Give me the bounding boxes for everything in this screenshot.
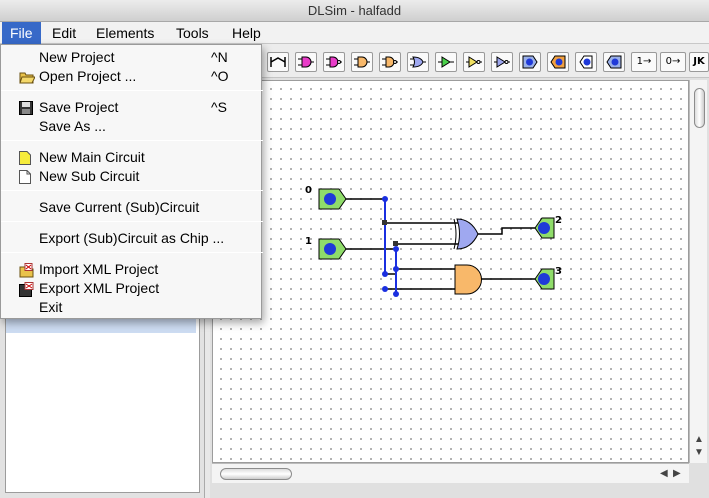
or-gate-button[interactable] <box>407 52 429 72</box>
menu-file[interactable]: File <box>2 22 41 44</box>
menu-item-shortcut: ^S <box>211 99 227 115</box>
window-title: DLSim - halfadd <box>307 3 402 18</box>
not-gate-button[interactable] <box>463 52 485 72</box>
scroll-left-arrow-icon[interactable]: ◀ <box>660 469 668 479</box>
window-title-bar: DLSim - halfadd <box>0 0 709 22</box>
circuit-editor: 0 1 2 3 ▲ ▼ ◀ ▶ <box>210 78 709 498</box>
pin-label-3: 3 <box>555 266 562 277</box>
probe-icon <box>606 55 622 69</box>
menu-item-export-xml-project[interactable]: Export XML Project <box>1 279 263 298</box>
and-gate-orange-button[interactable] <box>351 52 373 72</box>
or-gate-icon <box>410 56 426 68</box>
menu-separator <box>1 140 263 141</box>
and-gate-pink-button[interactable] <box>295 52 317 72</box>
project-tree-selected-row[interactable] <box>6 317 196 333</box>
horizontal-scrollbar[interactable]: ◀ ▶ <box>212 463 689 483</box>
menu-item-new-main-circuit[interactable]: New Main Circuit <box>1 148 263 167</box>
output-pin-button[interactable] <box>547 52 569 72</box>
jk-flipflop-button[interactable]: JK <box>689 52 709 72</box>
menu-item-label: Save As ... <box>39 118 106 134</box>
import-xml-icon <box>19 263 34 278</box>
output-pin-icon <box>550 55 566 69</box>
input-pin-icon <box>522 55 538 69</box>
menu-item-shortcut: ^N <box>211 49 228 65</box>
menu-item-export-subcircuit-as-chip[interactable]: Export (Sub)Circuit as Chip ... <box>1 229 263 248</box>
menu-edit[interactable]: Edit <box>44 22 84 44</box>
circuit-wires <box>346 198 535 294</box>
probe-button[interactable] <box>603 52 625 72</box>
and-gate-orange-icon <box>354 56 370 68</box>
output-pin-3[interactable] <box>534 268 555 290</box>
menu-item-shortcut: ^O <box>211 68 229 84</box>
menu-item-label: New Sub Circuit <box>39 168 140 184</box>
nand-gate-pink-button[interactable] <box>323 52 345 72</box>
buffer-gate-button[interactable] <box>435 52 457 72</box>
xor-gate-icon <box>494 56 510 68</box>
menu-separator <box>1 221 263 222</box>
menu-separator <box>1 90 263 91</box>
menu-item-new-project[interactable]: New Project ^N <box>1 48 263 67</box>
menu-item-label: Open Project ... <box>39 68 137 84</box>
menu-tools[interactable]: Tools <box>168 22 217 44</box>
menu-item-save-project[interactable]: Save Project ^S <box>1 98 263 117</box>
file-menu-dropdown: New Project ^N Open Project ... ^O Save … <box>0 44 263 319</box>
export-xml-icon <box>19 282 34 297</box>
nand-gate-orange-button[interactable] <box>379 52 401 72</box>
const-one-button[interactable]: 1→ <box>631 52 657 72</box>
wire-tool-icon <box>270 57 286 67</box>
menu-item-open-project[interactable]: Open Project ... ^O <box>1 67 263 86</box>
input-pin-0[interactable] <box>318 188 347 210</box>
and-gate[interactable] <box>454 264 482 295</box>
input-pin-button[interactable] <box>519 52 541 72</box>
scroll-down-arrow-icon[interactable]: ▼ <box>694 448 704 458</box>
menu-item-label: Save Current (Sub)Circuit <box>39 199 200 215</box>
menu-item-label: New Project <box>39 49 115 65</box>
circuit-canvas[interactable]: 0 1 2 3 <box>212 80 689 463</box>
vertical-scrollbar[interactable]: ▲ ▼ <box>689 80 707 463</box>
pin-label-2: 2 <box>555 215 562 226</box>
open-folder-icon <box>19 72 35 84</box>
output-pin-2[interactable] <box>534 217 555 239</box>
menu-bar: File Edit Elements Tools Help <box>0 22 709 44</box>
menu-separator <box>1 252 263 253</box>
and-gate-pink-icon <box>298 56 314 68</box>
input-pin-1[interactable] <box>318 238 347 260</box>
menu-elements[interactable]: Elements <box>88 22 162 44</box>
input-pin-small-icon <box>579 55 593 69</box>
vertical-scroll-thumb[interactable] <box>694 88 705 128</box>
const-zero-button[interactable]: 0→ <box>660 52 686 72</box>
menu-item-import-xml-project[interactable]: Import XML Project <box>1 260 263 279</box>
pin-label-1: 1 <box>305 236 312 247</box>
input-pin-small-button[interactable] <box>575 52 597 72</box>
save-disk-icon <box>19 101 33 115</box>
scroll-right-arrow-icon[interactable]: ▶ <box>673 469 681 479</box>
new-sub-circuit-icon <box>19 170 31 184</box>
menu-item-save-current-subcircuit[interactable]: Save Current (Sub)Circuit <box>1 198 263 217</box>
circuit-diagram <box>318 188 555 297</box>
menu-item-label: Import XML Project <box>39 261 159 277</box>
scroll-up-arrow-icon[interactable]: ▲ <box>694 435 704 445</box>
menu-help[interactable]: Help <box>224 22 269 44</box>
xor-gate-button[interactable] <box>491 52 513 72</box>
nand-gate-orange-icon <box>382 56 398 68</box>
not-gate-icon <box>466 56 482 68</box>
nand-gate-pink-icon <box>326 56 342 68</box>
menu-item-exit[interactable]: Exit <box>1 298 263 317</box>
menu-item-save-as[interactable]: Save As ... <box>1 117 263 136</box>
menu-item-label: Save Project <box>39 99 119 115</box>
menu-item-label: New Main Circuit <box>39 149 145 165</box>
menu-item-label: Exit <box>39 299 63 315</box>
menu-item-label: Export XML Project <box>39 280 160 296</box>
menu-item-new-sub-circuit[interactable]: New Sub Circuit <box>1 167 263 186</box>
pin-label-0: 0 <box>305 185 312 196</box>
horizontal-scroll-thumb[interactable] <box>220 468 292 480</box>
menu-separator <box>1 190 263 191</box>
menu-item-label: Export (Sub)Circuit as Chip ... <box>39 230 225 246</box>
new-main-circuit-icon <box>19 151 31 165</box>
wire-tool-button[interactable] <box>267 52 289 72</box>
buffer-gate-icon <box>438 56 454 68</box>
